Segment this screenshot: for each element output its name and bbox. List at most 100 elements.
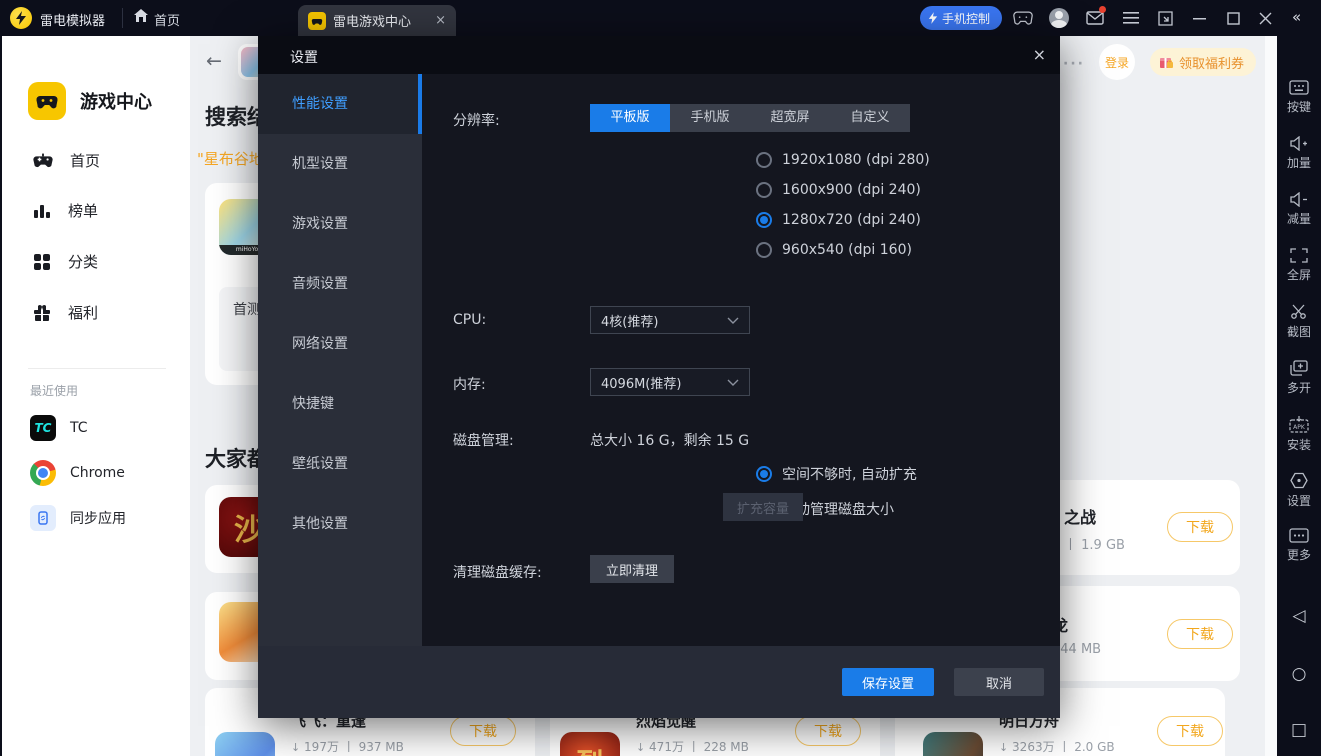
android-home-button[interactable]: ○ [1277, 664, 1321, 684]
toolbar-multi-instance-button[interactable]: 多开 [1277, 360, 1321, 396]
recent-app-label: TC [70, 420, 88, 436]
radio-icon [756, 242, 772, 258]
gift-icon [34, 304, 50, 321]
volume-up-icon [1290, 136, 1307, 151]
maximize-icon[interactable] [1220, 6, 1246, 30]
volume-down-icon [1290, 192, 1307, 207]
mail-icon[interactable] [1082, 6, 1108, 30]
game-info: ↓ 197万 丨 937 MB [291, 740, 404, 754]
keyboard-icon [1289, 80, 1309, 95]
sidebar-item-chrome[interactable]: Chrome [30, 460, 125, 486]
radio-icon-selected [756, 466, 772, 482]
phone-control-button[interactable]: 手机控制 [920, 6, 1003, 30]
sidebar-item-tc-app[interactable]: TC TC [30, 415, 88, 441]
tab-phone[interactable]: 手机版 [670, 104, 750, 132]
menu-item-network[interactable]: 网络设置 [258, 314, 422, 374]
menu-item-audio[interactable]: 音频设置 [258, 254, 422, 314]
recent-app-label: Chrome [70, 465, 125, 481]
download-button[interactable]: 下载 [1167, 512, 1233, 542]
resolution-option-1280[interactable]: 1280x720 (dpi 240) [756, 212, 921, 228]
memory-dropdown[interactable]: 4096M(推荐) [590, 368, 750, 396]
toolbar-install-apk-button[interactable]: APK 安装 [1277, 416, 1321, 453]
resize-window-icon[interactable] [1152, 6, 1178, 30]
coupon-button[interactable]: 领取福利券 [1150, 48, 1257, 76]
phone-control-label: 手机控制 [942, 11, 991, 26]
app-title: 雷电模拟器 [40, 14, 106, 29]
android-recents-button[interactable]: □ [1277, 720, 1321, 740]
divider [122, 8, 123, 28]
login-button[interactable]: 登录 [1099, 44, 1135, 80]
dialog-footer: 保存设置 取消 [258, 646, 1060, 718]
recent-apps-title: 最近使用 [30, 384, 79, 398]
notification-badge [1099, 6, 1106, 13]
sidebar-item-home[interactable]: 首页 [32, 149, 100, 171]
more-dots-icon [1289, 528, 1309, 543]
menu-item-wallpaper[interactable]: 壁纸设置 [258, 434, 422, 494]
menu-item-shortcuts[interactable]: 快捷键 [258, 374, 422, 434]
clean-now-button[interactable]: 立即清理 [590, 555, 674, 583]
tab-game-center[interactable]: 雷电游戏中心 × [298, 5, 456, 36]
collapse-toolbar-icon[interactable]: « [1292, 8, 1301, 26]
menu-icon[interactable] [1118, 6, 1144, 30]
tab-custom[interactable]: 自定义 [830, 104, 910, 132]
divider [28, 368, 166, 369]
titlebar-home-button[interactable]: 首页 [154, 10, 180, 29]
game-icon [215, 732, 275, 756]
tab-ultrawide[interactable]: 超宽屏 [750, 104, 830, 132]
menu-item-device-model[interactable]: 机型设置 [258, 134, 422, 194]
game-info: ↓ 3263万 丨 2.0 GB [999, 740, 1115, 754]
resolution-option-960[interactable]: 960x540 (dpi 160) [756, 242, 912, 258]
account-avatar-icon[interactable] [1046, 6, 1072, 30]
toolbar-more-button[interactable]: 更多 [1277, 528, 1321, 563]
home-icon[interactable] [134, 9, 148, 26]
save-settings-button[interactable]: 保存设置 [842, 668, 934, 696]
dialog-header: 设置 × [258, 36, 1060, 74]
toolbar-volume-down-button[interactable]: 减量 [1277, 192, 1321, 227]
tab-tablet[interactable]: 平板版 [590, 104, 670, 132]
android-back-button[interactable]: ◁ [1277, 606, 1321, 626]
download-button[interactable]: 下载 [450, 716, 516, 746]
sidebar-item-rankings[interactable]: 榜单 [32, 200, 98, 221]
download-button[interactable]: 下载 [1167, 619, 1233, 649]
sidebar-item-label: 首页 [70, 151, 101, 170]
menu-item-other[interactable]: 其他设置 [258, 494, 422, 554]
sidebar-item-benefits[interactable]: 福利 [32, 302, 98, 323]
game-icon: 烈 [560, 732, 620, 756]
close-window-icon[interactable] [1252, 6, 1278, 30]
tab-label: 雷电游戏中心 [333, 15, 412, 30]
cancel-button[interactable]: 取消 [954, 668, 1044, 696]
cpu-dropdown[interactable]: 4核(推荐) [590, 306, 750, 334]
tab-close-icon[interactable]: × [435, 13, 446, 28]
minimize-icon[interactable] [1186, 6, 1212, 30]
emulator-toolbar: 按键 加量 减量 全屏 截图 多开 APK 安装 设置 更多 ◁ ○ □ [1277, 36, 1321, 756]
resolution-option-1600[interactable]: 1600x900 (dpi 240) [756, 182, 921, 198]
brand-label: 游戏中心 [80, 92, 152, 113]
dialog-close-icon[interactable]: × [1033, 45, 1046, 64]
sidebar-item-categories[interactable]: 分类 [32, 251, 98, 272]
resolution-option-1920[interactable]: 1920x1080 (dpi 280) [756, 152, 930, 168]
download-button[interactable]: 下载 [795, 716, 861, 746]
grid-icon [34, 253, 50, 270]
disk-label: 磁盘管理: [453, 433, 514, 449]
toolbar-volume-up-button[interactable]: 加量 [1277, 136, 1321, 171]
cpu-label: CPU: [453, 312, 487, 328]
menu-item-performance[interactable]: 性能设置 [258, 74, 422, 134]
toolbar-fullscreen-button[interactable]: 全屏 [1277, 248, 1321, 283]
scrollbar-track[interactable] [1265, 36, 1277, 756]
download-arrow-icon: ↓ [291, 741, 301, 754]
disk-auto-expand-option[interactable]: 空间不够时, 自动扩充 [756, 464, 917, 484]
gamepad-toolbar-icon[interactable] [1010, 6, 1036, 30]
toolbar-screenshot-button[interactable]: 截图 [1277, 304, 1321, 340]
fullscreen-icon [1290, 248, 1308, 263]
chevron-down-icon [727, 375, 739, 390]
sidebar-item-sync-app[interactable]: 同步应用 [30, 505, 126, 531]
download-arrow-icon: ↓ [636, 741, 646, 754]
more-options-button[interactable]: ··· [1063, 56, 1085, 72]
back-button[interactable]: ← [206, 50, 222, 72]
recent-app-label: 同步应用 [70, 511, 126, 527]
menu-item-game[interactable]: 游戏设置 [258, 194, 422, 254]
download-button[interactable]: 下载 [1157, 716, 1223, 746]
toolbar-settings-button[interactable]: 设置 [1277, 472, 1321, 509]
toolbar-keymap-button[interactable]: 按键 [1277, 80, 1321, 115]
disk-summary: 总大小 16 G，剩余 15 G [590, 433, 750, 449]
